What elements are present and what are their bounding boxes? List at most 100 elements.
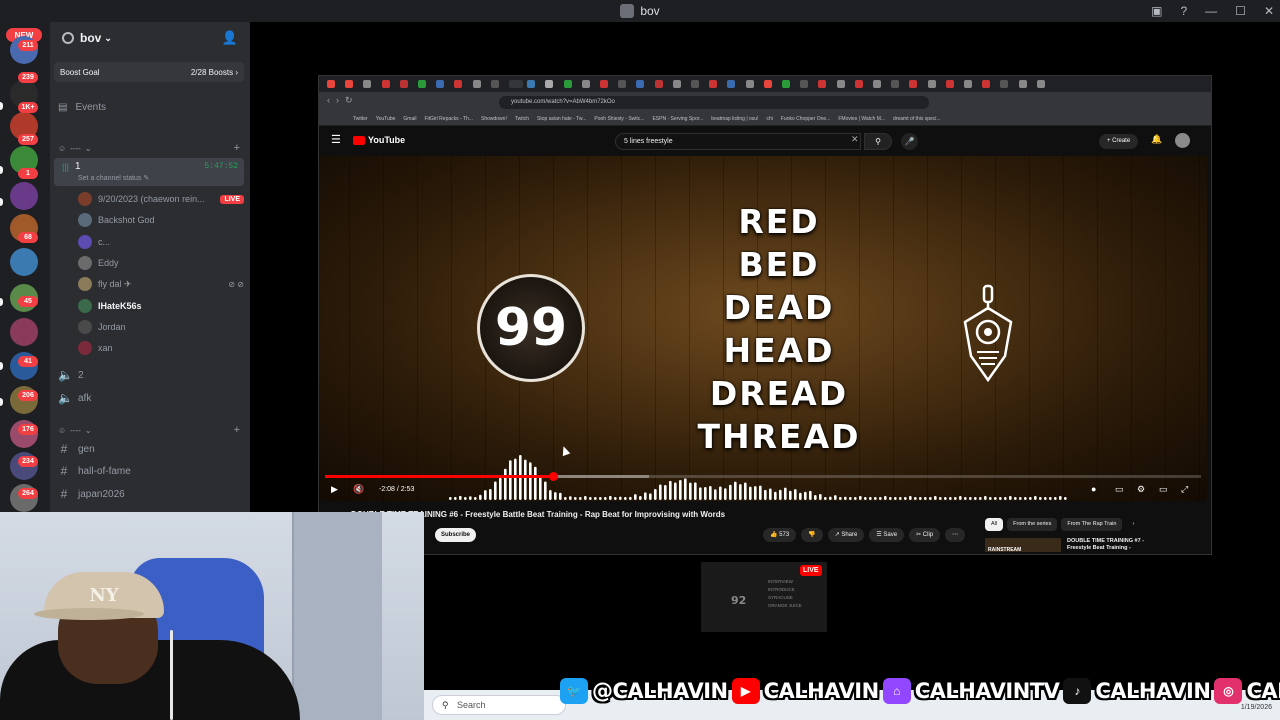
text-channel-hall-of-fame[interactable]: # hall-of-fame [58, 462, 131, 480]
bookmark-item[interactable]: chi [766, 116, 772, 122]
filter-chip[interactable]: From the series [1007, 518, 1058, 531]
browser-tab[interactable] [490, 80, 499, 88]
browser-tab[interactable] [945, 80, 954, 88]
voice-member[interactable]: Jordan [78, 318, 244, 336]
nav-arrows-icon[interactable]: ‹›↻ [327, 95, 359, 106]
browser-tab[interactable] [891, 80, 900, 88]
browser-tab[interactable] [600, 80, 608, 88]
browser-tab[interactable] [436, 80, 445, 88]
browser-tab[interactable] [581, 80, 590, 88]
browser-tab[interactable] [745, 80, 754, 88]
browser-tab[interactable] [545, 80, 554, 88]
minimize-button[interactable]: — [1205, 4, 1217, 18]
server-header[interactable]: bov ⌄ 👤 [50, 22, 250, 54]
browser-tab[interactable] [454, 80, 463, 88]
bookmark-item[interactable]: beatmap listing | osu! [711, 116, 758, 122]
browser-tab[interactable] [727, 80, 736, 88]
clear-search-icon[interactable]: ✕ [851, 134, 859, 145]
filter-chip[interactable]: All [985, 518, 1004, 531]
bookmark-item[interactable]: Stop asian hate - Tw... [537, 116, 586, 122]
bookmark-item[interactable]: FitGirl Repacks - Th... [424, 116, 473, 122]
voice-channel-2[interactable]: 🔈 2 [58, 366, 84, 384]
browser-tab[interactable] [381, 80, 390, 88]
youtube-search-input[interactable]: 5 lines freestyle [615, 133, 861, 150]
fullscreen-icon[interactable]: ⤢ [1181, 484, 1188, 495]
browser-tab[interactable] [818, 80, 827, 88]
next-video-thumbnail[interactable]: RAINSTREAM [985, 538, 1061, 553]
maximize-button[interactable]: ☐ [1235, 4, 1246, 18]
invite-user-icon[interactable]: 👤 [222, 30, 238, 46]
browser-tab[interactable] [964, 80, 972, 88]
mic-icon[interactable]: 🎤 [901, 133, 918, 150]
inbox-icon[interactable]: ▣ [1151, 4, 1162, 18]
server-icon[interactable] [10, 248, 38, 276]
browser-tab[interactable] [854, 80, 863, 88]
voice-member[interactable]: Backshot God [78, 211, 244, 229]
browser-tab[interactable] [1018, 80, 1027, 88]
voice-member[interactable]: fly dal ✈ ⊘ ⊘ [78, 275, 244, 293]
browser-tab[interactable] [709, 80, 718, 88]
browser-tab[interactable] [418, 80, 426, 88]
browser-tab[interactable] [763, 80, 772, 88]
bookmark-item[interactable]: dreamt of this speci... [893, 116, 941, 122]
browser-tab[interactable] [691, 80, 699, 88]
browser-tab[interactable] [472, 80, 481, 88]
taskbar-search[interactable]: ⚲ Search [432, 695, 566, 715]
youtube-logo[interactable]: YouTube [353, 135, 405, 145]
voice-channel-afk[interactable]: 🔈 afk [58, 389, 91, 407]
volume-muted-icon[interactable]: 🔇 [353, 484, 364, 495]
bookmark-item[interactable]: ESPN - Serving Spor... [652, 116, 703, 122]
video-player[interactable]: 99 RED BED DEAD HEAD DREAD THREAD ▶ 🔇 -2:08 / [319, 156, 1207, 501]
browser-tab[interactable] [836, 80, 845, 88]
more-actions-icon[interactable]: ⋯ [945, 528, 966, 542]
voice-member[interactable]: c... [78, 233, 244, 251]
text-channel-gen[interactable]: # gen [58, 440, 95, 458]
scrubber-handle[interactable] [548, 472, 558, 481]
browser-tab[interactable] [527, 80, 536, 88]
url-field[interactable]: youtube.com/watch?v=AbW4bm72kOo [499, 96, 929, 109]
subscribe-button[interactable]: Subscribe [435, 528, 477, 542]
theater-mode-icon[interactable]: ▭ [1159, 484, 1168, 495]
text-channel-japan2026[interactable]: # japan2026 [58, 485, 125, 503]
server-icon[interactable] [10, 182, 38, 210]
browser-tab[interactable] [654, 80, 663, 88]
browser-tab[interactable] [618, 80, 627, 88]
progress-bar[interactable] [325, 472, 1201, 481]
hamburger-icon[interactable]: ☰ [331, 133, 341, 146]
browser-tab[interactable] [873, 80, 881, 88]
browser-tab[interactable] [782, 80, 790, 88]
create-button[interactable]: + Create [1099, 134, 1139, 149]
bookmark-item[interactable]: FMovies | Watch M... [838, 116, 885, 122]
bookmark-item[interactable]: Twitter [353, 116, 368, 122]
bookmark-item[interactable]: Pooh Shiesty - Switc... [594, 116, 644, 122]
save-button[interactable]: ☰ Save [869, 528, 905, 542]
chevron-right-icon[interactable]: › [1126, 518, 1140, 531]
account-avatar[interactable] [1175, 133, 1190, 148]
add-channel-icon[interactable]: + [234, 424, 240, 436]
browser-tab[interactable] [327, 80, 335, 88]
voice-channel-1[interactable]: ||| 1 Set a channel status ✎ 5:47:52 [54, 158, 244, 186]
bookmark-item[interactable]: YouTube [376, 116, 396, 122]
next-video-title[interactable]: DOUBLE TIME TRAINING #7 - Freestyle Beat… [1067, 538, 1167, 552]
clip-button[interactable]: ✂ Clip [909, 528, 941, 542]
bookmark-item[interactable]: Showdown! [481, 116, 507, 122]
voice-member[interactable]: xan [78, 339, 244, 357]
browser-tab[interactable] [563, 80, 572, 88]
notifications-icon[interactable]: 🔔 [1151, 134, 1162, 145]
dislike-button[interactable]: 👎 [801, 528, 823, 542]
browser-tab[interactable] [800, 80, 809, 88]
settings-gear-icon[interactable]: ⚙ [1137, 484, 1145, 495]
voice-member[interactable]: IHateK56s [78, 297, 244, 315]
browser-tab[interactable] [672, 80, 681, 88]
boost-goal[interactable]: Boost Goal 2/28 Boosts › [54, 62, 244, 82]
events-item[interactable]: ▤ Events [58, 102, 106, 113]
voice-member[interactable]: Eddy [78, 254, 244, 272]
close-button[interactable]: ✕ [1264, 4, 1274, 18]
voice-member[interactable]: 9/20/2023 (chaewon rein... LIVE [78, 190, 244, 208]
add-channel-icon[interactable]: + [234, 142, 240, 154]
category-header-2[interactable]: ☺ ---- ⌄ + [58, 424, 240, 436]
filter-chip[interactable]: From The Rap Train [1061, 518, 1123, 531]
help-icon[interactable]: ? [1180, 4, 1187, 18]
browser-tab[interactable] [345, 80, 354, 88]
bookmark-item[interactable]: Funko Chopper One... [781, 116, 830, 122]
